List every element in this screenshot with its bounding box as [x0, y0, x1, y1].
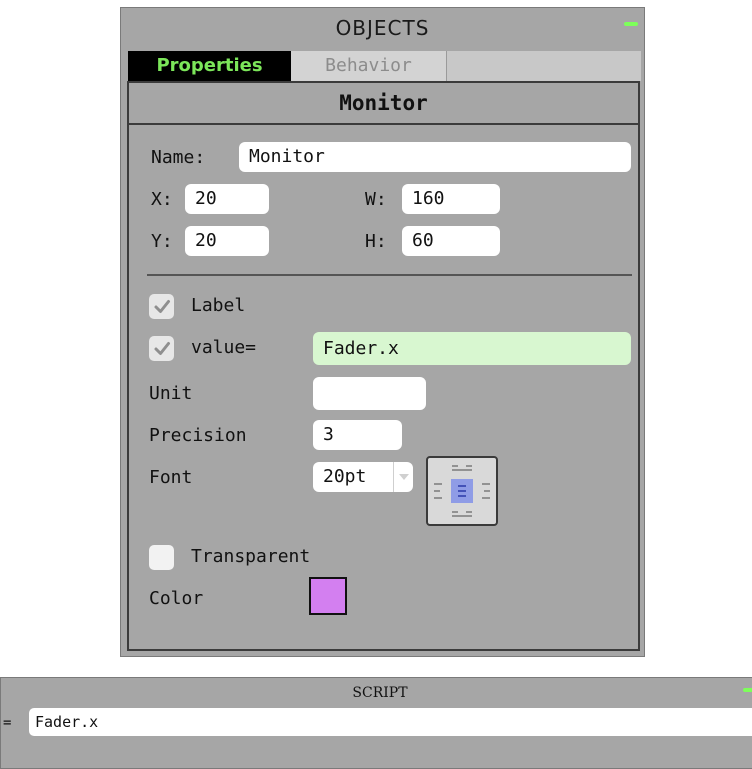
x-label: X: — [151, 189, 173, 210]
objects-panel: OBJECTS Properties Behavior Monitor Name… — [120, 7, 645, 657]
unit-label: Unit — [149, 383, 193, 404]
x-field[interactable]: 20 — [185, 184, 269, 214]
precision-field[interactable]: 3 — [313, 420, 402, 450]
label-checkbox[interactable] — [149, 294, 174, 319]
minimize-icon[interactable] — [743, 688, 752, 692]
h-label: H: — [365, 231, 387, 252]
align-center-icon — [434, 465, 490, 517]
script-panel-title: SCRIPT — [352, 685, 408, 701]
minimize-icon[interactable] — [624, 22, 638, 26]
properties-pane: Monitor Name: Monitor X: 20 W: 160 Y: 20… — [127, 81, 640, 651]
label-checkbox-label: Label — [191, 295, 246, 316]
text-align-button[interactable] — [426, 456, 498, 526]
font-label: Font — [149, 467, 193, 488]
checkmark-icon — [154, 341, 170, 355]
value-checkbox-label: value= — [191, 337, 257, 358]
w-label: W: — [365, 189, 387, 210]
y-label: Y: — [151, 231, 173, 252]
h-field[interactable]: 60 — [402, 226, 500, 256]
w-field[interactable]: 160 — [402, 184, 500, 214]
font-size-select[interactable]: 20pt — [313, 462, 393, 492]
name-field[interactable]: Monitor — [239, 142, 631, 172]
value-checkbox[interactable] — [149, 336, 174, 361]
value-expression-field[interactable]: Fader.x — [313, 332, 631, 365]
object-name-header: Monitor — [129, 83, 638, 125]
tab-behavior[interactable]: Behavior — [291, 51, 447, 81]
unit-field[interactable] — [313, 377, 426, 410]
section-divider — [147, 274, 632, 276]
y-field[interactable]: 20 — [185, 226, 269, 256]
dropdown-arrow-icon — [398, 474, 409, 480]
tab-bar: Properties Behavior — [128, 51, 641, 81]
script-input[interactable]: Fader.x — [29, 708, 752, 736]
checkmark-icon — [154, 299, 170, 313]
name-label: Name: — [151, 147, 206, 168]
precision-label: Precision — [149, 425, 247, 446]
objects-panel-title: OBJECTS — [335, 16, 430, 40]
transparent-checkbox-label: Transparent — [191, 546, 311, 567]
transparent-checkbox[interactable] — [149, 545, 174, 570]
font-size-dropdown[interactable] — [393, 462, 413, 492]
tab-properties[interactable]: Properties — [128, 51, 291, 81]
color-swatch[interactable] — [309, 577, 347, 615]
color-label: Color — [149, 588, 204, 609]
script-prefix: = — [3, 715, 12, 731]
script-panel: SCRIPT = Fader.x — [0, 677, 752, 769]
